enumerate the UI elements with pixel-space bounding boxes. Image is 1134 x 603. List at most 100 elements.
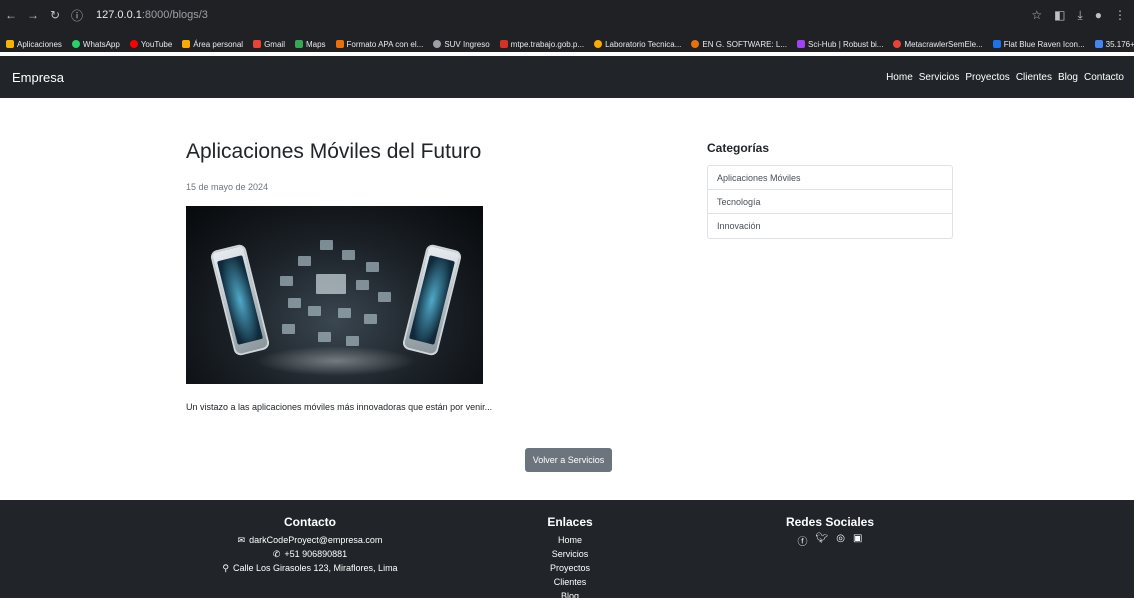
bookmark-item[interactable]: Flat Blue Raven Icon... — [992, 39, 1085, 49]
bookmark-favicon-icon — [433, 40, 442, 48]
site-info-icon[interactable]: ⓘ — [66, 7, 88, 24]
bookmark-item[interactable]: 35.176+ Fotos y Im... — [1094, 39, 1134, 49]
app-icons-cluster — [278, 236, 396, 352]
footer-phone: ✆ +51 906890881 — [200, 547, 420, 561]
bookmark-item[interactable]: WhatsApp — [71, 39, 120, 49]
footer-link-servicios[interactable]: Servicios — [520, 547, 620, 561]
bookmark-favicon-icon — [992, 40, 1001, 48]
site-navbar: Empresa Home Servicios Proyectos Cliente… — [0, 56, 1134, 98]
bookmark-favicon-icon — [6, 40, 14, 48]
youtube-icon — [129, 40, 138, 48]
bookmark-item[interactable]: Maps — [294, 39, 326, 49]
bookmark-label: Área personal — [193, 39, 244, 49]
whatsapp-icon — [71, 40, 80, 48]
footer-social-title: Redes Sociales — [785, 515, 875, 529]
back-to-services-button[interactable]: Volver a Servicios — [525, 448, 612, 472]
bookmark-label: WhatsApp — [82, 39, 120, 49]
bookmark-label: Gmail — [264, 39, 285, 49]
bookmark-star-icon[interactable]: ☆ — [1031, 8, 1042, 22]
reload-icon[interactable]: ↻ — [44, 8, 66, 22]
bookmark-label: SUV Ingreso — [444, 39, 490, 49]
bookmark-item[interactable]: YouTube — [129, 39, 173, 49]
twitter-icon[interactable]: 🐦︎ — [816, 533, 829, 548]
smartphone-left-graphic — [209, 243, 271, 357]
email-text: darkCodeProyect@empresa.com — [249, 535, 383, 545]
bookmark-item[interactable]: MetacrawlerSemEle... — [893, 40, 983, 49]
bookmark-item[interactable]: Gmail — [253, 40, 285, 49]
footer-social: Redes Sociales ⓕ 🐦︎ ◎ ▣ — [750, 515, 910, 548]
bookmark-favicon-icon — [182, 40, 191, 48]
browser-chrome: ← → ↻ ⓘ 127.0.0.1:8000/blogs/3 ☆ ◧ ⤓ ● ⋮ — [0, 0, 1134, 36]
post-date: 15 de mayo de 2024 — [186, 182, 269, 192]
bookmark-item[interactable]: Aplicaciones — [6, 40, 62, 49]
bookmark-favicon-icon — [335, 40, 344, 48]
site-footer: Contacto ✉ darkCodeProyect@empresa.com ✆ +… — [0, 500, 1134, 601]
bookmark-label: EN G. SOFTWARE: L... — [702, 39, 788, 49]
menu-icon[interactable]: ⋮ — [1114, 8, 1126, 22]
bookmarks-bar: Aplicaciones WhatsApp YouTube Área perso… — [0, 36, 1134, 52]
bookmark-label: 35.176+ Fotos y Im... — [1105, 39, 1134, 49]
footer-contact-title: Contacto — [284, 515, 336, 529]
categories-sidebar: Categorías Aplicaciones Móviles Tecnolog… — [707, 141, 953, 239]
footer-link-blog[interactable]: Blog — [520, 589, 620, 603]
bookmark-favicon-icon — [499, 40, 508, 48]
bookmark-item[interactable]: Área personal — [182, 40, 243, 49]
bookmark-item[interactable]: SUV Ingreso — [433, 39, 490, 49]
bookmark-item[interactable]: Formato APA con el... — [335, 39, 424, 49]
envelope-icon: ✉ — [237, 535, 246, 545]
smartphone-right-graphic — [401, 243, 463, 357]
bookmark-favicon-icon — [594, 40, 603, 48]
footer-email: ✉ darkCodeProyect@empresa.com — [200, 533, 420, 547]
bookmark-favicon-icon — [893, 40, 902, 48]
download-icon[interactable]: ⤓ — [1077, 8, 1082, 23]
bookmark-label: Sci-Hub | Robust bi... — [808, 39, 884, 49]
extension-icon[interactable]: ◧ — [1054, 8, 1065, 22]
category-item[interactable]: Aplicaciones Móviles — [708, 166, 952, 190]
bookmark-item[interactable]: Sci-Hub | Robust bi... — [797, 40, 883, 49]
instagram-icon[interactable]: ◎ — [836, 533, 845, 548]
gmail-icon — [253, 40, 262, 48]
footer-links: Enlaces Home Servicios Proyectos Cliente… — [520, 515, 620, 603]
bookmark-item[interactable]: Laboratorio Tecnica... — [594, 40, 681, 49]
nav-blog[interactable]: Blog — [1058, 72, 1078, 83]
bookmark-label: mtpe.trabajo.gob.p... — [510, 39, 585, 49]
bookmark-label: Aplicaciones — [17, 39, 62, 49]
bookmark-label: Laboratorio Tecnica... — [605, 39, 682, 49]
nav-home[interactable]: Home — [886, 72, 913, 83]
nav-contacto[interactable]: Contacto — [1084, 72, 1124, 83]
footer-link-clientes[interactable]: Clientes — [520, 575, 620, 589]
phone-text: +51 906890881 — [284, 549, 348, 559]
bookmark-label: Flat Blue Raven Icon... — [1003, 39, 1085, 49]
forward-arrow-icon[interactable]: → — [22, 8, 44, 22]
footer-link-home[interactable]: Home — [520, 533, 620, 547]
footer-contact: Contacto ✉ darkCodeProyect@empresa.com ✆ +… — [200, 515, 420, 575]
bookmark-item[interactable]: mtpe.trabajo.gob.p... — [499, 39, 585, 49]
bookmark-item[interactable]: EN G. SOFTWARE: L... — [691, 40, 787, 49]
bookmark-label: Formato APA con el... — [346, 39, 424, 49]
linkedin-icon[interactable]: ▣ — [853, 533, 862, 548]
blog-post: Aplicaciones Móviles del Futuro 15 de ma… — [186, 140, 626, 412]
phone-icon: ✆ — [272, 549, 281, 559]
nav-proyectos[interactable]: Proyectos — [965, 72, 1009, 83]
back-arrow-icon[interactable]: ← — [0, 8, 22, 22]
address-text: Calle Los Girasoles 123, Miraflores, Lim… — [233, 563, 398, 573]
post-excerpt: Un vistazo a las aplicaciones móviles má… — [186, 402, 493, 412]
footer-link-proyectos[interactable]: Proyectos — [520, 561, 620, 575]
post-title: Aplicaciones Móviles del Futuro — [186, 140, 482, 163]
address-bar[interactable]: 127.0.0.1:8000/blogs/3 — [96, 9, 208, 21]
bookmark-favicon-icon — [691, 40, 700, 48]
profile-avatar[interactable]: ● — [1095, 8, 1102, 22]
category-item[interactable]: Tecnología — [708, 190, 952, 214]
bookmark-label: Maps — [305, 39, 326, 49]
brand-logo[interactable]: Empresa — [10, 70, 64, 85]
url-path: :8000/blogs/3 — [141, 9, 208, 21]
category-item[interactable]: Innovación — [708, 214, 952, 238]
bookmark-label: YouTube — [140, 39, 173, 49]
footer-address: ⚲ Calle Los Girasoles 123, Miraflores, Li… — [200, 561, 420, 575]
facebook-icon[interactable]: ⓕ — [798, 533, 808, 548]
nav-servicios[interactable]: Servicios — [919, 72, 960, 83]
maps-icon — [294, 40, 303, 48]
nav-clientes[interactable]: Clientes — [1016, 72, 1052, 83]
bookmark-favicon-icon — [797, 40, 806, 48]
category-list: Aplicaciones Móviles Tecnología Innovaci… — [707, 165, 953, 239]
